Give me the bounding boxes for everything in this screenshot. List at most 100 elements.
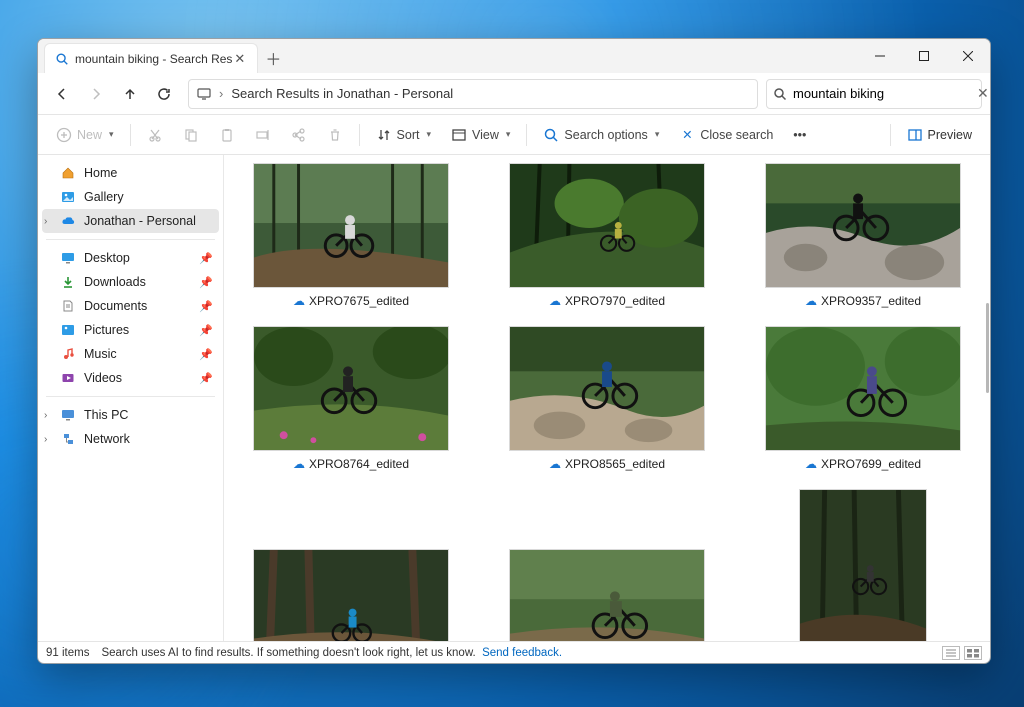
separator [359,124,360,146]
tab-search-results[interactable]: mountain biking - Search Res ✕ [44,43,258,73]
chevron-right-icon[interactable]: › [44,216,47,227]
sidebar-item-personal[interactable]: › Jonathan - Personal [42,209,219,233]
rename-icon [255,127,271,143]
chevron-right-icon[interactable]: › [44,410,47,421]
search-icon [55,52,69,66]
clear-search-button[interactable]: ✕ [975,85,991,102]
refresh-button[interactable] [148,78,180,110]
pin-icon[interactable]: 📌 [199,300,213,313]
home-icon [60,165,76,181]
file-thumbnail[interactable] [799,489,927,641]
chevron-right-icon[interactable]: › [44,434,47,445]
new-button[interactable]: New▾ [48,120,122,150]
tab-title: mountain biking - Search Res [75,52,232,66]
up-button[interactable] [114,78,146,110]
send-feedback-link[interactable]: Send feedback. [482,647,562,659]
details-view-button[interactable] [942,646,960,660]
sidebar-item-network[interactable]: › Network [42,427,219,451]
share-button[interactable] [283,120,315,150]
pc-icon [60,407,76,423]
file-thumbnail[interactable]: ☁XPRO7699_edited [765,326,961,471]
delete-button[interactable] [319,120,351,150]
file-name: ☁XPRO7699_edited [805,457,921,471]
body: Home Gallery › Jonathan - Personal Deskt… [38,155,990,641]
new-tab-button[interactable]: ＋ [258,43,288,73]
sidebar-item-thispc[interactable]: › This PC [42,403,219,427]
search-box[interactable]: ✕ [766,79,982,109]
monitor-icon [197,87,211,101]
minimize-button[interactable] [858,39,902,73]
image-thumbnail [509,163,705,288]
item-count: 91 items [46,647,89,659]
chevron-down-icon: ▾ [506,129,511,140]
onedrive-icon [60,213,76,229]
image-thumbnail [765,163,961,288]
cut-button[interactable] [139,120,171,150]
sidebar-item-gallery[interactable]: Gallery [42,185,219,209]
file-thumbnail[interactable]: ☁XPRO8764_edited [253,326,449,471]
videos-icon [60,370,76,386]
chevron-down-icon: ▾ [426,129,431,140]
pin-icon[interactable]: 📌 [199,372,213,385]
image-thumbnail [253,163,449,288]
sidebar-item-documents[interactable]: Documents 📌 [42,294,219,318]
downloads-icon [60,274,76,290]
thumbnails-view-button[interactable] [964,646,982,660]
cloud-icon: ☁ [293,457,305,471]
file-thumbnail[interactable]: ☁XPRO7970_edited [509,163,705,308]
documents-icon [60,298,76,314]
image-thumbnail [509,549,705,641]
trash-icon [327,127,343,143]
content-area[interactable]: ☁XPRO7675_edited ☁XPRO7970_edited [224,155,990,641]
gallery-icon [60,189,76,205]
file-thumbnail[interactable]: ☁XPRO7675_edited [253,163,449,308]
paste-button[interactable] [211,120,243,150]
view-icon [451,127,467,143]
separator [526,124,527,146]
sort-button[interactable]: Sort▾ [368,120,439,150]
file-thumbnail[interactable]: ☁XPRO9357_edited [765,163,961,308]
status-text: Search uses AI to find results. If somet… [101,647,562,659]
sidebar-item-pictures[interactable]: Pictures 📌 [42,318,219,342]
search-input[interactable] [793,86,969,101]
back-button[interactable] [46,78,78,110]
tab-close-button[interactable]: ✕ [232,51,247,67]
breadcrumb[interactable]: › Search Results in Jonathan - Personal [188,79,758,109]
forward-button[interactable] [80,78,112,110]
sidebar-item-home[interactable]: Home [42,161,219,185]
search-options-button[interactable]: Search options▾ [535,120,667,150]
image-thumbnail [509,326,705,451]
rename-button[interactable] [247,120,279,150]
pin-icon[interactable]: 📌 [199,324,213,337]
file-name: ☁XPRO7970_edited [549,294,665,308]
sidebar: Home Gallery › Jonathan - Personal Deskt… [38,155,224,641]
separator [130,124,131,146]
cloud-icon: ☁ [549,457,561,471]
preview-button[interactable]: Preview [899,120,980,150]
sidebar-item-videos[interactable]: Videos 📌 [42,366,219,390]
maximize-button[interactable] [902,39,946,73]
close-search-button[interactable]: ✕ Close search [671,120,781,150]
music-icon [60,346,76,362]
sidebar-item-downloads[interactable]: Downloads 📌 [42,270,219,294]
sidebar-item-desktop[interactable]: Desktop 📌 [42,246,219,270]
view-button[interactable]: View▾ [443,120,518,150]
network-icon [60,431,76,447]
file-thumbnail[interactable] [509,489,705,641]
file-name: ☁XPRO8565_edited [549,457,665,471]
scrollbar-thumb[interactable] [986,303,989,393]
file-thumbnail[interactable]: ☁XPRO8565_edited [509,326,705,471]
sidebar-item-music[interactable]: Music 📌 [42,342,219,366]
more-button[interactable]: ••• [785,120,814,150]
file-thumbnail[interactable] [253,489,449,641]
pin-icon[interactable]: 📌 [199,252,213,265]
pin-icon[interactable]: 📌 [199,348,213,361]
cloud-icon: ☁ [293,294,305,308]
search-icon [543,127,559,143]
separator [890,124,891,146]
copy-icon [183,127,199,143]
close-window-button[interactable] [946,39,990,73]
view-mode-switcher [942,646,982,660]
copy-button[interactable] [175,120,207,150]
pin-icon[interactable]: 📌 [199,276,213,289]
